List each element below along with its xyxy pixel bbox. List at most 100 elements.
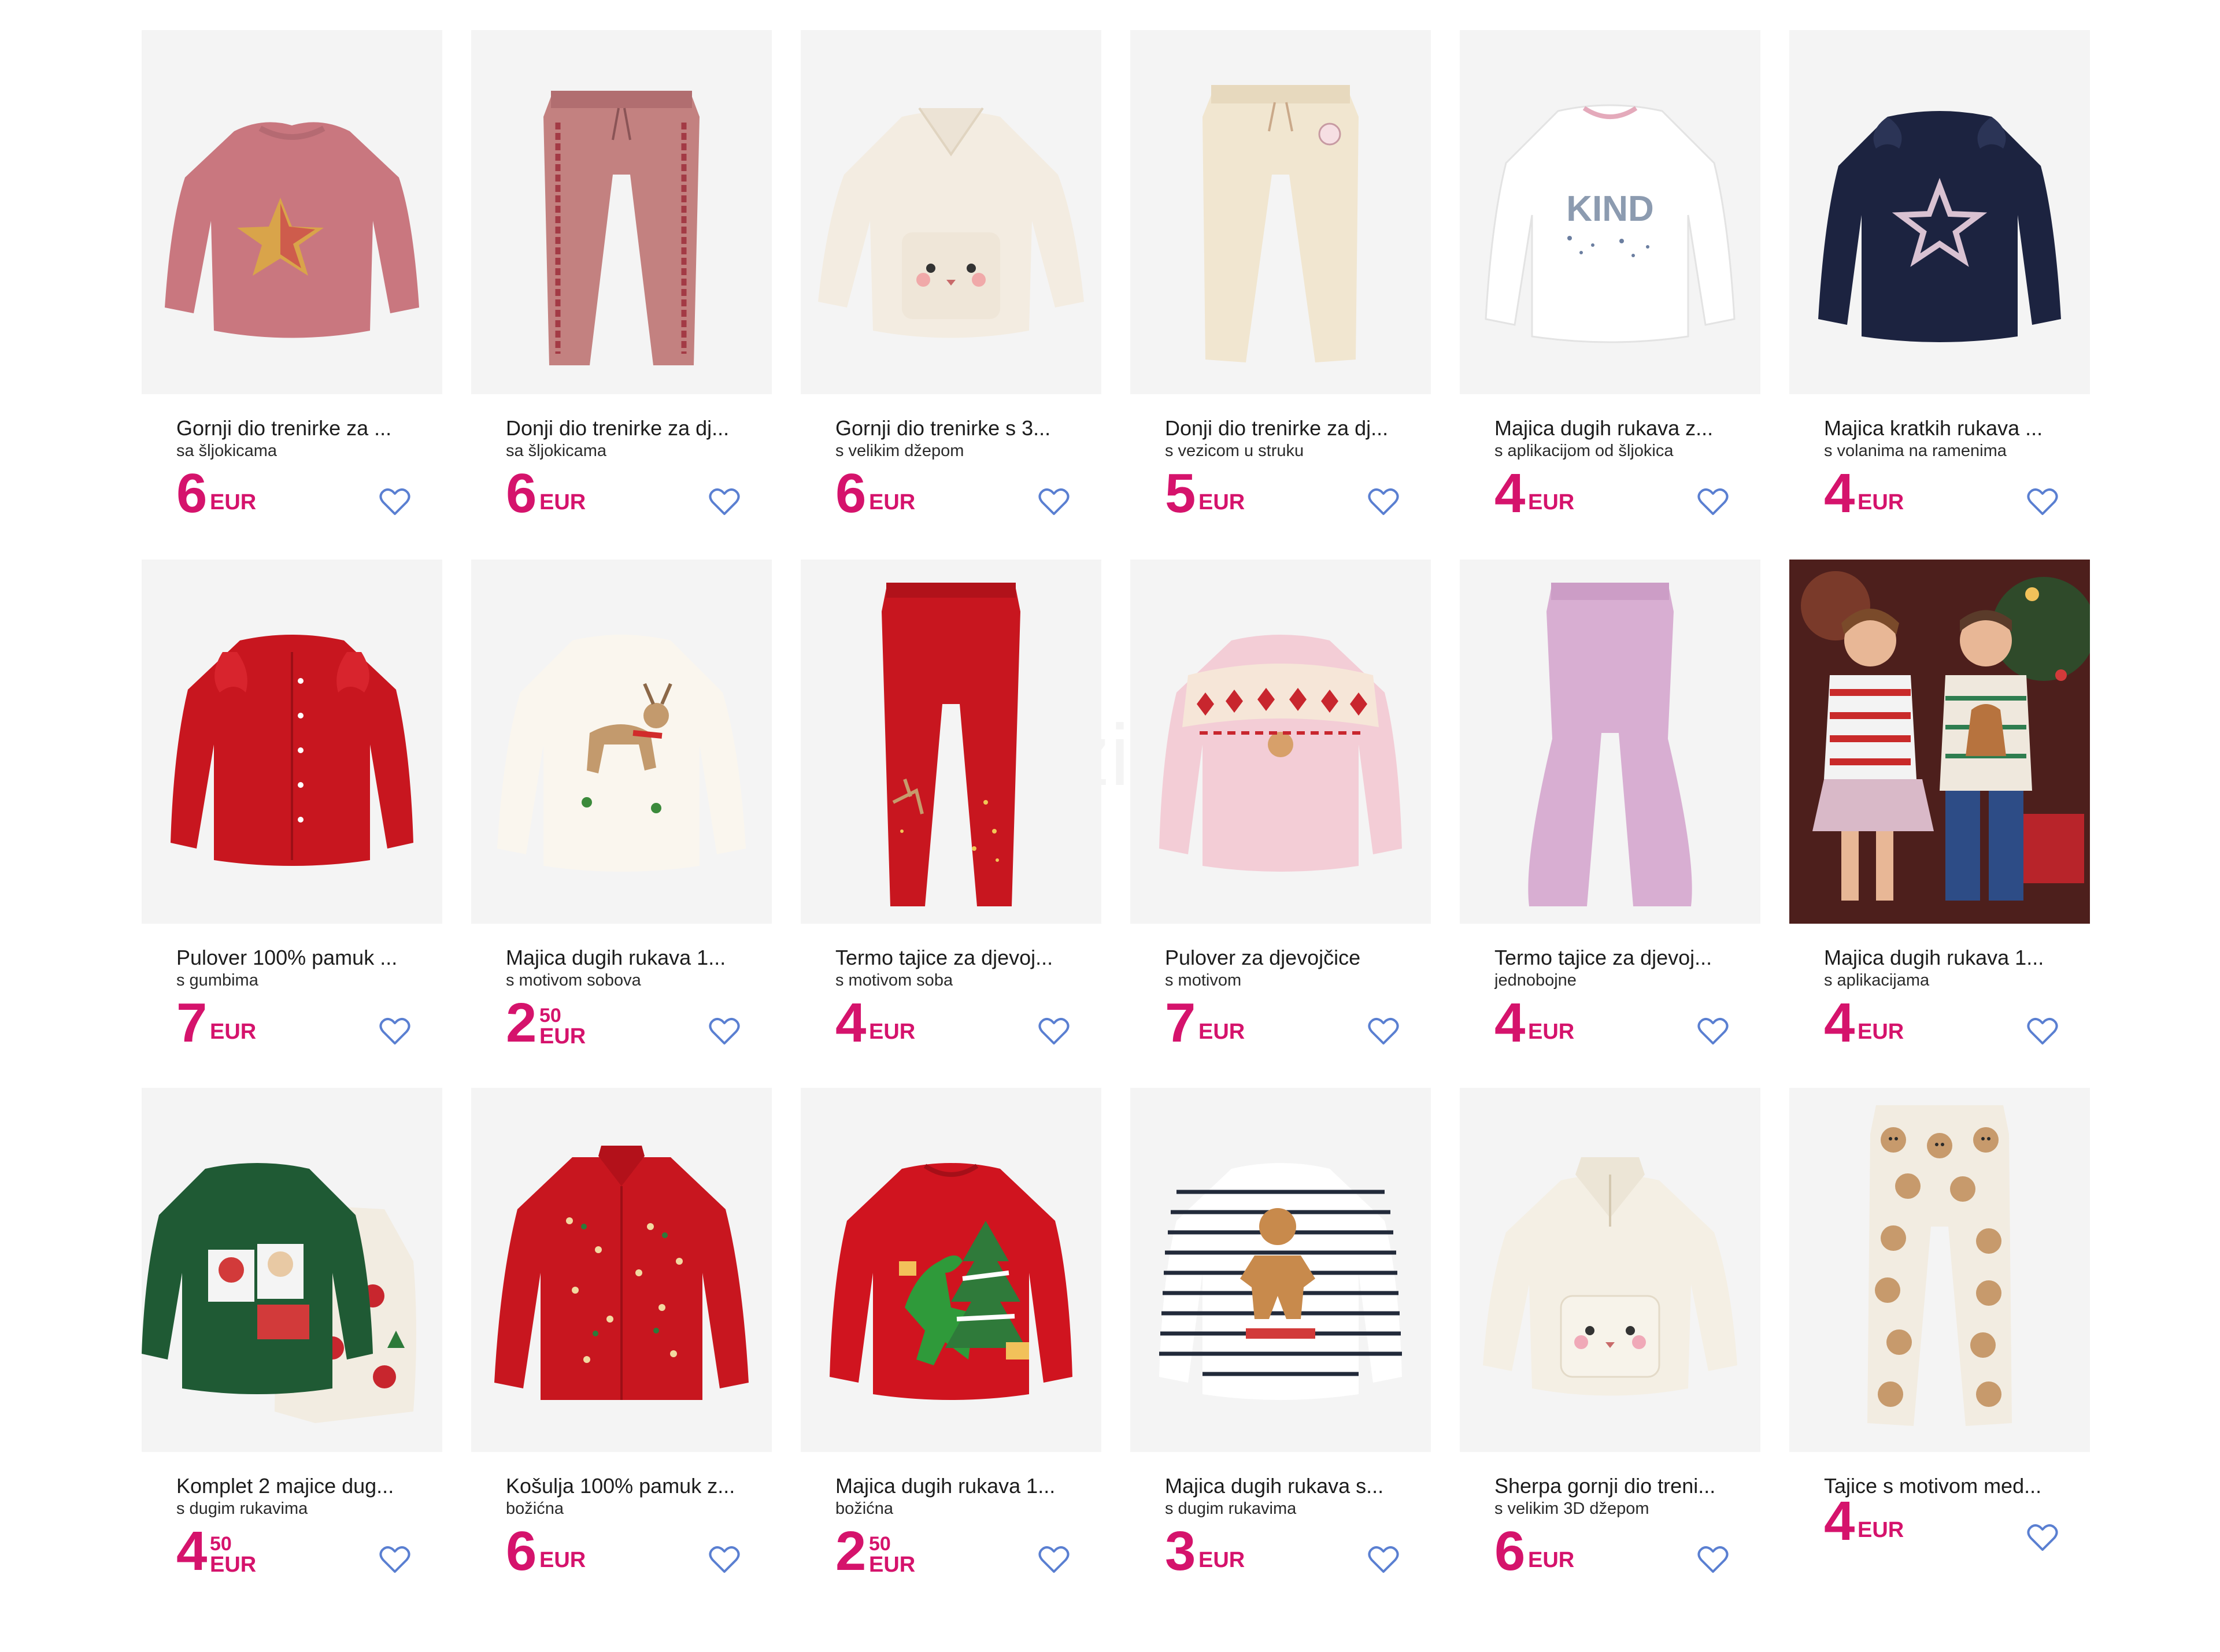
product-title[interactable]: Donji dio trenirke za dj... <box>1165 416 1396 440</box>
favorite-heart-icon[interactable] <box>379 487 411 517</box>
product-title[interactable]: Pulover za djevojčice <box>1165 946 1396 970</box>
product-image[interactable] <box>801 30 1101 394</box>
favorite-heart-icon[interactable] <box>1038 487 1070 517</box>
product-card[interactable]: Majica dugih rukava 1... s motivom sobova… <box>471 560 772 1057</box>
product-image[interactable] <box>1130 560 1431 924</box>
product-title[interactable]: Gornji dio trenirke za ... <box>176 416 408 440</box>
product-image[interactable] <box>801 1088 1101 1452</box>
product-image[interactable] <box>1130 1088 1431 1452</box>
product-image[interactable] <box>471 560 772 924</box>
price-currency: EUR <box>210 490 257 514</box>
product-image[interactable] <box>1789 30 2090 394</box>
kids-christmas-photo-image <box>1789 560 2090 924</box>
favorite-heart-icon[interactable] <box>379 1016 411 1046</box>
teddy-bear-leggings-image <box>1867 1105 2012 1426</box>
product-card[interactable]: Termo tajice za djevoj... jednobojne 4 EUR <box>1460 560 1760 1057</box>
product-card[interactable]: Komplet 2 majice dug... s dugim rukavima 4… <box>142 1088 442 1585</box>
price-integer: 4 <box>1494 462 1525 524</box>
price-integer: 4 <box>835 992 866 1054</box>
product-grid-page: Katalozi.net Gornji dio trenirke za ...s… <box>0 0 2220 1652</box>
price-currency: EUR <box>1528 1020 1575 1044</box>
product-card[interactable]: Majica kratkih rukava ... s volanima na r… <box>1789 30 2090 527</box>
favorite-heart-icon[interactable] <box>1367 487 1400 517</box>
product-card[interactable]: Tajice s motivom med... 4 EUR <box>1789 1088 2090 1585</box>
product-title[interactable]: Pulover 100% pamuk ... <box>176 946 408 970</box>
favorite-heart-icon[interactable] <box>1038 1544 1070 1575</box>
product-card[interactable]: Donji dio trenirke za dj... sa šljokicama… <box>471 30 772 527</box>
product-title[interactable]: Majica kratkih rukava ... <box>1824 416 2055 440</box>
product-title[interactable]: Tajice s motivom med... <box>1824 1474 2055 1498</box>
product-card[interactable]: KIND Majica dugih rukava z... s aplikacij… <box>1460 30 1760 527</box>
favorite-heart-icon[interactable] <box>1367 1544 1400 1575</box>
product-title[interactable]: Majica dugih rukava z... <box>1494 416 1726 440</box>
product-image[interactable] <box>801 560 1101 924</box>
product-card[interactable]: Gornji dio trenirke s 3... s velikim džep… <box>801 30 1101 527</box>
product-image[interactable]: KIND <box>1460 30 1760 394</box>
favorite-heart-icon[interactable] <box>1697 1544 1729 1575</box>
product-card[interactable]: Majica dugih rukava s... s dugim rukavima… <box>1130 1088 1431 1585</box>
product-title[interactable]: Majica dugih rukava 1... <box>1824 946 2055 970</box>
favorite-heart-icon[interactable] <box>2026 1523 2059 1553</box>
product-card[interactable]: Majica dugih rukava 1... božićna 2 50 EUR <box>801 1088 1101 1585</box>
product-image[interactable] <box>142 1088 442 1452</box>
product-image[interactable] <box>1789 1088 2090 1452</box>
product-title[interactable]: Termo tajice za djevoj... <box>835 946 1067 970</box>
product-subtitle: sa šljokicama <box>506 442 607 460</box>
favorite-heart-icon[interactable] <box>1697 1016 1729 1046</box>
favorite-heart-icon[interactable] <box>1367 1016 1400 1046</box>
favorite-heart-icon[interactable] <box>2026 1016 2059 1046</box>
product-title[interactable]: Majica dugih rukava 1... <box>835 1474 1067 1498</box>
favorite-heart-icon[interactable] <box>2026 487 2059 517</box>
price-currency: EUR <box>1198 1020 1245 1044</box>
product-image[interactable] <box>1789 560 2090 924</box>
product-subtitle: sa šljokicama <box>176 442 278 460</box>
product-title[interactable]: Komplet 2 majice dug... <box>176 1474 408 1498</box>
product-card[interactable]: Termo tajice za djevoj... s motivom soba 4… <box>801 560 1101 1057</box>
product-image[interactable] <box>471 30 772 394</box>
favorite-heart-icon[interactable] <box>708 1016 741 1046</box>
favorite-heart-icon[interactable] <box>708 487 741 517</box>
favorite-heart-icon[interactable] <box>379 1544 411 1575</box>
pink-nordic-sweater-image <box>1159 635 1402 872</box>
product-title[interactable]: Sherpa gornji dio treni... <box>1494 1474 1726 1498</box>
product-card[interactable]: Donji dio trenirke za dj... s vezicom u s… <box>1130 30 1431 527</box>
product-subtitle: s aplikacijom od šljokica <box>1494 442 1674 460</box>
product-card[interactable]: Sherpa gornji dio treni... s velikim 3D d… <box>1460 1088 1760 1585</box>
product-image[interactable] <box>1460 560 1760 924</box>
price-currency: EUR <box>1528 490 1575 514</box>
product-image[interactable] <box>142 30 442 394</box>
price-currency: EUR <box>539 1024 586 1049</box>
cream-joggers-image <box>1202 85 1359 362</box>
price-integer: 6 <box>176 462 207 524</box>
price-integer: 4 <box>1824 1490 1855 1552</box>
favorite-heart-icon[interactable] <box>1038 1016 1070 1046</box>
product-image[interactable] <box>1130 30 1431 394</box>
product-subtitle: s dugim rukavima <box>1165 1499 1297 1518</box>
price-integer: 4 <box>1494 992 1525 1054</box>
product-card[interactable]: Majica dugih rukava 1... s aplikacijama 4 E… <box>1789 560 2090 1057</box>
product-card[interactable]: Pulover za djevojčice s motivom 7 EUR <box>1130 560 1431 1057</box>
white-longsleeve-kind-image: KIND <box>1485 104 1736 343</box>
product-subtitle: s motivom <box>1165 971 1242 990</box>
product-image[interactable] <box>471 1088 772 1452</box>
price-integer: 6 <box>506 1520 536 1582</box>
product-image[interactable] <box>1460 1088 1760 1452</box>
favorite-heart-icon[interactable] <box>708 1544 741 1575</box>
product-image[interactable] <box>142 560 442 924</box>
product-title[interactable]: Termo tajice za djevoj... <box>1494 946 1726 970</box>
white-longsleeve-reindeer-image <box>497 635 746 872</box>
product-title[interactable]: Košulja 100% pamuk z... <box>506 1474 737 1498</box>
product-card[interactable]: Pulover 100% pamuk ... s gumbima 7 EUR <box>142 560 442 1057</box>
price-decimal: 50 <box>869 1533 891 1555</box>
product-title[interactable]: Donji dio trenirke za dj... <box>506 416 737 440</box>
product-title[interactable]: Majica dugih rukava 1... <box>506 946 737 970</box>
favorite-heart-icon[interactable] <box>1697 487 1729 517</box>
product-card[interactable]: Gornji dio trenirke za ... sa šljokicama 6… <box>142 30 442 527</box>
product-card[interactable]: Košulja 100% pamuk z... božićna 6 EUR <box>471 1088 772 1585</box>
product-title[interactable]: Gornji dio trenirke s 3... <box>835 416 1067 440</box>
product-subtitle: s velikim džepom <box>835 442 964 460</box>
product-title[interactable]: Majica dugih rukava s... <box>1165 1474 1396 1498</box>
price-decimal: 50 <box>210 1533 232 1555</box>
product-subtitle: s volanima na ramenima <box>1824 442 2007 460</box>
price-currency: EUR <box>869 1553 916 1577</box>
